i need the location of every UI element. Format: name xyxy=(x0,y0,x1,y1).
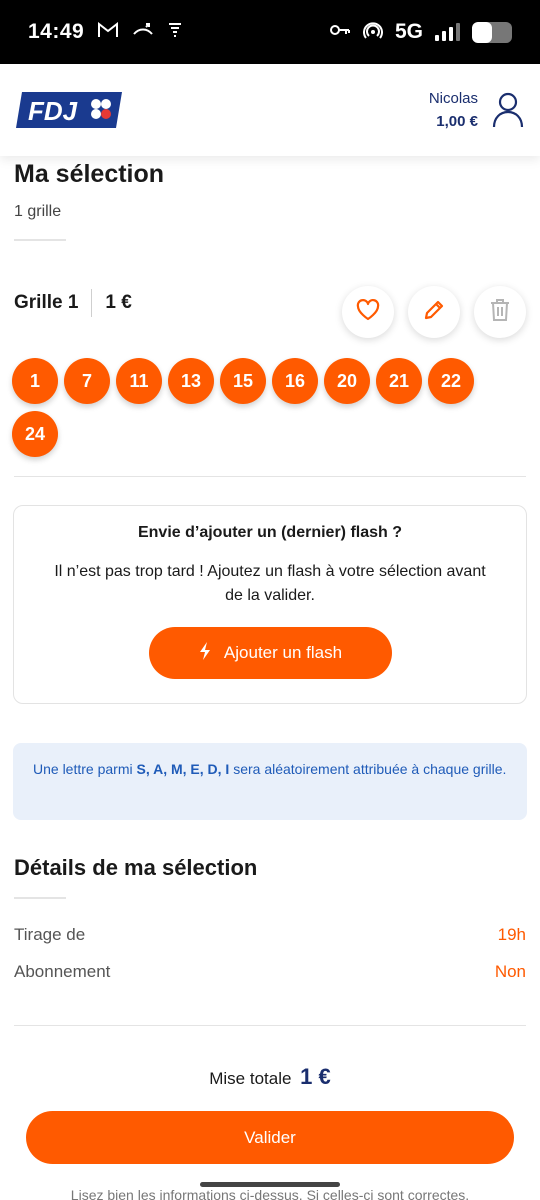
signal-icon xyxy=(435,23,460,41)
pencil-icon xyxy=(423,299,445,326)
status-notification-icons xyxy=(98,21,182,43)
total-stake-amount: 1 € xyxy=(300,1064,331,1089)
grille-actions xyxy=(342,286,526,338)
user-profile-icon[interactable] xyxy=(492,92,524,128)
lightning-icon xyxy=(198,641,212,666)
battery-fill xyxy=(472,21,492,43)
total-stake: Mise totale 1 € xyxy=(0,1064,540,1090)
page-title: Ma sélection xyxy=(14,160,165,188)
add-flash-button[interactable]: Ajouter un flash xyxy=(148,627,392,679)
selection-content: Ma sélection 1 grille Grille 1 1 € 1 7 1… xyxy=(0,156,540,1200)
detail-row-abonnement: Abonnement Non xyxy=(14,962,526,982)
missed-call-icon xyxy=(132,22,154,43)
validate-label: Valider xyxy=(244,1127,296,1147)
footer-notice: Lisez bien les informations ci-dessus. S… xyxy=(70,1187,470,1200)
grille-divider xyxy=(14,476,526,477)
grille-count: 1 grille xyxy=(14,203,62,220)
battery-icon xyxy=(472,21,512,43)
grille-price: 1 € xyxy=(105,292,132,313)
network-type: 5G xyxy=(394,20,423,43)
delete-button[interactable] xyxy=(474,286,526,338)
svg-text:FDJ: FDJ xyxy=(28,96,78,126)
number-ball: 16 xyxy=(272,358,318,404)
vpn-key-icon xyxy=(329,23,351,42)
favorite-button[interactable] xyxy=(342,286,394,338)
summary-divider xyxy=(14,1025,526,1026)
home-indicator[interactable] xyxy=(200,1182,340,1187)
detail-value: 19h xyxy=(497,925,526,944)
status-bar: 14:49 5G xyxy=(0,0,540,64)
number-ball: 22 xyxy=(428,358,474,404)
number-ball: 15 xyxy=(220,358,266,404)
selected-numbers: 1 7 11 13 15 16 20 21 22 24 xyxy=(12,358,512,457)
info-banner: Une lettre parmi S, A, M, E, D, I sera a… xyxy=(13,743,527,820)
details-title: Détails de ma sélection xyxy=(14,855,258,880)
screen: 14:49 5G FDJ Nicolas 1,00 € Ma sélection… xyxy=(0,0,540,1200)
edit-button[interactable] xyxy=(408,286,460,338)
app-header: FDJ Nicolas 1,00 € xyxy=(0,64,540,156)
status-right: 5G xyxy=(329,20,512,45)
grille-header: Grille 1 1 € xyxy=(14,289,132,317)
user-info: Nicolas 1,00 € xyxy=(429,90,478,130)
info-suffix: sera aléatoirement attribuée à chaque gr… xyxy=(229,761,507,777)
details-underline xyxy=(14,897,66,899)
number-ball: 20 xyxy=(324,358,370,404)
heart-icon xyxy=(356,298,380,326)
total-stake-label: Mise totale xyxy=(209,1069,292,1088)
add-flash-label: Ajouter un flash xyxy=(223,643,343,662)
detail-label: Abonnement xyxy=(14,962,111,981)
number-ball: 1 xyxy=(12,358,58,404)
number-ball: 11 xyxy=(116,358,162,404)
detail-label: Tirage de xyxy=(14,925,86,944)
number-ball: 24 xyxy=(12,411,58,457)
trash-icon xyxy=(489,298,511,327)
detail-value: Non xyxy=(494,962,526,981)
hotspot-icon xyxy=(363,20,383,45)
status-time: 14:49 xyxy=(28,20,85,43)
detail-row-tirage: Tirage de 19h xyxy=(14,925,526,945)
grille-label: Grille 1 xyxy=(14,292,79,313)
number-ball: 13 xyxy=(168,358,214,404)
gmail-icon xyxy=(98,21,119,43)
validate-button[interactable]: Valider xyxy=(26,1111,514,1164)
user-balance: 1,00 € xyxy=(436,113,478,130)
grille-separator xyxy=(91,289,93,317)
fdj-logo[interactable]: FDJ xyxy=(16,92,122,128)
flash-card: Envie d’ajouter un (dernier) flash ? Il … xyxy=(13,505,527,704)
number-ball: 7 xyxy=(64,358,110,404)
notification-list-icon xyxy=(168,22,182,43)
flash-title: Envie d’ajouter un (dernier) flash ? xyxy=(137,524,403,541)
info-letters: S, A, M, E, D, I xyxy=(136,761,230,777)
user-account[interactable]: Nicolas 1,00 € xyxy=(429,90,524,130)
title-underline xyxy=(14,239,66,241)
user-name: Nicolas xyxy=(428,90,478,107)
info-prefix: Une lettre parmi xyxy=(33,761,137,777)
flash-text: Il n’est pas trop tard ! Ajoutez un flas… xyxy=(54,563,486,604)
number-ball: 21 xyxy=(376,358,422,404)
